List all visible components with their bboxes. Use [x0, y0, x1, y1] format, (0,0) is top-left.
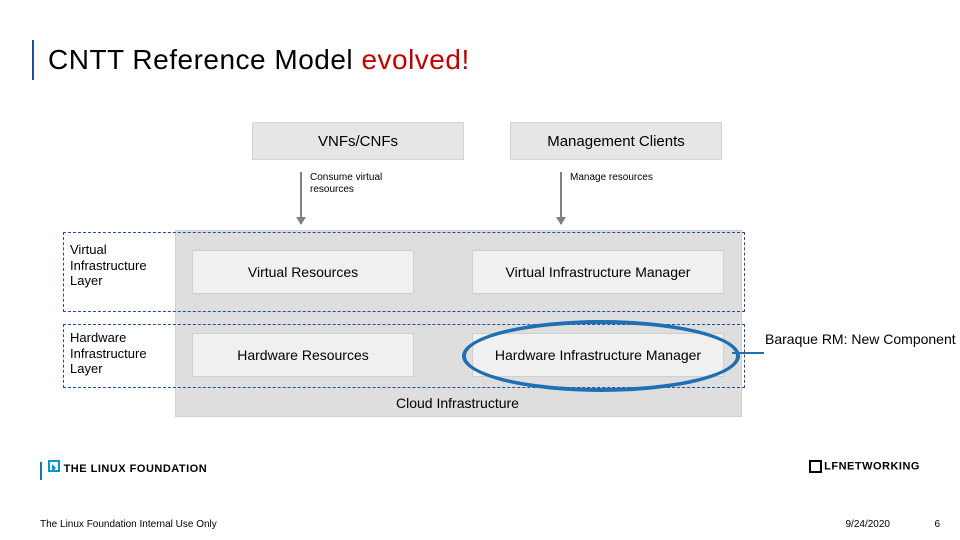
- box-vnfs-cnfs: VNFs/CNFs: [252, 122, 464, 160]
- footer-date: 9/24/2020: [846, 519, 891, 530]
- arrow-manage: [560, 172, 562, 224]
- lfn-text: LFNETWORKING: [824, 460, 920, 472]
- label-mgmt: Management Clients: [547, 133, 685, 150]
- label-hr: Hardware Resources: [237, 347, 369, 364]
- box-virtual-resources: Virtual Resources: [192, 250, 414, 294]
- footer-page-number: 6: [934, 519, 940, 530]
- slide: CNTT Reference Model evolved! VNFs/CNFs …: [0, 0, 960, 540]
- label-vnfs: VNFs/CNFs: [318, 133, 398, 150]
- title-highlight: evolved!: [361, 44, 469, 75]
- cloud-infrastructure-label: Cloud Infrastructure: [175, 395, 740, 411]
- lf-icon: [48, 460, 60, 472]
- callout-connector: [732, 352, 764, 354]
- lf-text: THE LINUX FOUNDATION: [64, 463, 208, 475]
- box-mgmt-clients: Management Clients: [510, 122, 722, 160]
- footer-accent: [40, 462, 42, 480]
- arrow-manage-label: Manage resources: [570, 172, 653, 184]
- label-him: Hardware Infrastructure Manager: [495, 347, 701, 364]
- arrow-consume-label: Consume virtual resources: [310, 172, 382, 196]
- footer-disclaimer: The Linux Foundation Internal Use Only: [40, 519, 217, 530]
- box-hardware-resources: Hardware Resources: [192, 333, 414, 377]
- hardware-layer-label: Hardware Infrastructure Layer: [70, 330, 170, 377]
- callout-text: Baraque RM: New Component: [765, 330, 956, 348]
- box-hardware-infra-mgr: Hardware Infrastructure Manager: [472, 333, 724, 377]
- title-main: CNTT Reference Model: [48, 44, 361, 75]
- lfn-icon: [809, 460, 822, 473]
- logo-linux-foundation: THE LINUX FOUNDATION: [48, 460, 207, 475]
- box-virtual-infra-mgr: Virtual Infrastructure Manager: [472, 250, 724, 294]
- label-vim: Virtual Infrastructure Manager: [506, 264, 691, 281]
- arrow-consume: [300, 172, 302, 224]
- slide-title: CNTT Reference Model evolved!: [48, 44, 470, 76]
- logo-lf-networking: LFNETWORKING: [809, 460, 920, 473]
- label-vr: Virtual Resources: [248, 264, 358, 281]
- title-accent: [32, 40, 34, 80]
- virtual-layer-label: Virtual Infrastructure Layer: [70, 242, 170, 289]
